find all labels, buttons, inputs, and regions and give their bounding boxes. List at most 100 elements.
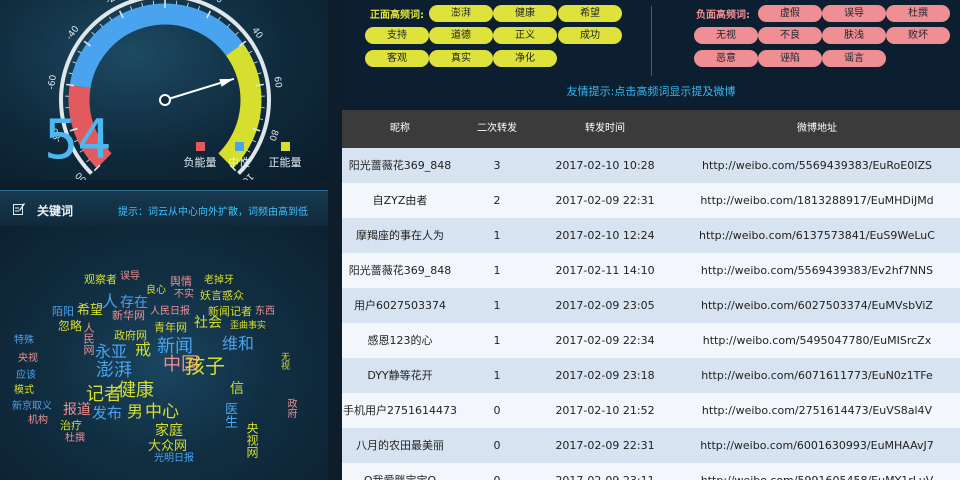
positive-keyword-pill[interactable]: 健康: [493, 5, 557, 22]
negative-keyword-pill[interactable]: 不良: [758, 27, 822, 44]
keyword-panel-hint: 提示：词云从中心向外扩散，词频由高到低: [118, 207, 308, 218]
table-row[interactable]: Q我爱胖宝宝Q02017-02-09 23:11http://weibo.com…: [342, 463, 960, 480]
keyword-word[interactable]: 孩子: [185, 356, 225, 376]
keyword-word[interactable]: 医生: [222, 402, 237, 428]
negative-keyword-pill[interactable]: 恶意: [694, 50, 758, 67]
cell-weibo-url[interactable]: http://weibo.com/5569439383/EuRoE0IZS: [674, 148, 960, 183]
gauge-tick-label: 40: [249, 26, 264, 41]
keyword-word[interactable]: 央视网: [245, 422, 259, 458]
keyword-word[interactable]: 误导: [120, 272, 140, 282]
negative-keyword-pill[interactable]: 误导: [822, 5, 886, 22]
positive-keyword-pill[interactable]: 真实: [429, 50, 493, 67]
keyword-word[interactable]: 永亚: [95, 344, 127, 360]
keyword-word[interactable]: 人民日报: [150, 307, 190, 317]
keyword-word[interactable]: 报道: [63, 403, 91, 417]
keyword-word[interactable]: 光明日报: [154, 454, 194, 464]
table-row[interactable]: DYY静等花开 1 2017-02-09 23:18 http://weibo.com…: [342, 358, 960, 393]
positive-keyword-pill[interactable]: 成功: [558, 27, 622, 44]
positive-keyword-pill[interactable]: 希望: [558, 5, 622, 22]
table-row[interactable]: 用户6027503374 1 2017-02-09 23:05 http://weib…: [342, 288, 960, 323]
cell-nickname: 八月的农田最美丽: [356, 439, 444, 452]
table-row[interactable]: 阳光蔷薇花369_848 1 2017-02-11 14:10 http://weib…: [342, 253, 960, 288]
cell-weibo-url[interactable]: http://weibo.com/5569439383/Ev2hf7NNS: [674, 253, 960, 288]
keyword-word[interactable]: 杜撰: [65, 434, 85, 444]
column-header-nickname[interactable]: 昵称: [342, 110, 458, 148]
cell-repost-time: 2017-02-09 22:34: [555, 334, 655, 347]
cell-repost-time: 2017-02-09 23:18: [555, 369, 655, 382]
cell-weibo-url[interactable]: http://weibo.com/6001630993/EuMHAAvJ7: [674, 428, 960, 463]
negative-keyword-pill[interactable]: 谣言: [822, 50, 886, 67]
negative-keyword-pill[interactable]: 诬陷: [758, 50, 822, 67]
positive-keyword-pill[interactable]: 正义: [493, 27, 557, 44]
keyword-word[interactable]: 中心: [145, 404, 179, 421]
keyword-word[interactable]: 歪曲事实: [230, 322, 266, 331]
table-row[interactable]: 自ZYZ由者 2 2017-02-09 22:31 http://weibo.com/…: [342, 183, 960, 218]
gauge-minor-tick: [253, 61, 258, 64]
keyword-word[interactable]: 社会: [194, 316, 222, 330]
cell-weibo-url[interactable]: http://weibo.com/5991605458/EuMY1rLuV: [674, 463, 960, 480]
keyword-word[interactable]: 治疗: [60, 420, 82, 431]
keyword-word[interactable]: 妖言惑众: [200, 290, 244, 301]
gauge-hub: [159, 94, 171, 106]
keyword-word[interactable]: 忽略: [58, 320, 82, 332]
keyword-word[interactable]: 记者: [86, 386, 122, 404]
keyword-word[interactable]: 人民网: [82, 322, 95, 355]
keyword-word[interactable]: 发布: [92, 406, 122, 421]
keyword-word[interactable]: 健康: [118, 382, 154, 400]
keyword-word[interactable]: 央视: [18, 354, 38, 364]
table-row[interactable]: 摩羯座的事在人为 1 2017-02-10 12:24 http://weibo.co…: [342, 218, 960, 253]
keyword-word[interactable]: 青年网: [154, 322, 187, 333]
positive-keyword-pill[interactable]: 道德: [429, 27, 493, 44]
negative-keyword-pill[interactable]: 肤浅: [822, 27, 886, 44]
positive-keyword-pill[interactable]: 澎湃: [429, 5, 493, 22]
keyword-word[interactable]: 应该: [16, 371, 36, 381]
keyword-word[interactable]: 存在: [120, 296, 148, 310]
positive-keyword-pill[interactable]: 净化: [493, 50, 557, 67]
column-header-url[interactable]: 微博地址: [674, 110, 960, 148]
keyword-word[interactable]: 人: [102, 294, 118, 310]
keyword-word[interactable]: 观察者: [84, 274, 117, 285]
cell-weibo-url[interactable]: http://weibo.com/6071611773/EuN0z1TFe: [674, 358, 960, 393]
gauge-band-neutral: [69, 3, 244, 89]
keyword-panel: 关键词 提示：词云从中心向外扩散，词频由高到低 观察者 误导 舆情 老掉牙 良心 不实 妖言…: [0, 190, 328, 480]
cell-weibo-url[interactable]: http://weibo.com/5495047780/EuMISrcZx: [674, 323, 960, 358]
cell-repost-count: 1: [493, 299, 501, 312]
cell-weibo-url[interactable]: http://weibo.com/1813288917/EuMHDiJMd: [674, 183, 960, 218]
table-row[interactable]: 手机用户2751614473 0 2017-02-10 21:52 http://we…: [342, 393, 960, 428]
keyword-word[interactable]: 信: [230, 382, 244, 396]
negative-keyword-pill[interactable]: 杜撰: [886, 5, 950, 22]
table-row[interactable]: 阳光蔷薇花369_848 3 2017-02-10 10:28 http://weib…: [342, 148, 960, 183]
keyword-word[interactable]: 维和: [222, 336, 254, 352]
keyword-word[interactable]: 东西: [255, 307, 275, 317]
keyword-word[interactable]: 男: [127, 404, 143, 420]
keyword-word[interactable]: 希望: [77, 304, 103, 317]
table-row[interactable]: 感恩123的心 1 2017-02-09 22:34 http://weibo.com…: [342, 323, 960, 358]
negative-keyword-pill[interactable]: 无视: [694, 27, 758, 44]
positive-keyword-pill[interactable]: 客观: [365, 50, 429, 67]
table-row[interactable]: 八月的农田最美丽 0 2017-02-09 22:31 http://weibo.co…: [342, 428, 960, 463]
keyword-word[interactable]: 老掉牙: [204, 276, 234, 286]
keyword-word[interactable]: 机构: [28, 416, 48, 426]
keyword-word[interactable]: 舆情: [170, 276, 192, 287]
keyword-word[interactable]: 模式: [14, 386, 34, 396]
negative-keyword-pill[interactable]: 败坏: [886, 27, 950, 44]
keyword-word[interactable]: 戒: [135, 342, 151, 358]
keyword-word[interactable]: 不实: [174, 290, 194, 300]
cell-weibo-url[interactable]: http://weibo.com/6137573841/EuS9WeLuC: [674, 218, 960, 253]
keyword-word[interactable]: 新华网: [112, 310, 145, 321]
keyword-word[interactable]: 良心: [146, 286, 166, 296]
keyword-word[interactable]: 无视: [279, 352, 289, 370]
column-header-reposts[interactable]: 二次转发: [458, 110, 536, 148]
keyword-word[interactable]: 政府: [285, 398, 296, 418]
cell-weibo-url[interactable]: http://weibo.com/6027503374/EuMVsbViZ: [674, 288, 960, 323]
keyword-word[interactable]: 大众网: [148, 440, 187, 453]
keyword-word[interactable]: 陌阳: [52, 306, 74, 317]
keyword-word[interactable]: 澎湃: [96, 362, 132, 380]
negative-keyword-pill[interactable]: 虚假: [758, 5, 822, 22]
keyword-word[interactable]: 新京取义: [12, 402, 52, 412]
positive-keyword-pill[interactable]: 支持: [365, 27, 429, 44]
keyword-word[interactable]: 特殊: [14, 336, 34, 346]
column-header-time[interactable]: 转发时间: [536, 110, 674, 148]
keyword-word[interactable]: 家庭: [155, 424, 183, 438]
cell-weibo-url[interactable]: http://weibo.com/2751614473/EuVS8al4V: [674, 393, 960, 428]
